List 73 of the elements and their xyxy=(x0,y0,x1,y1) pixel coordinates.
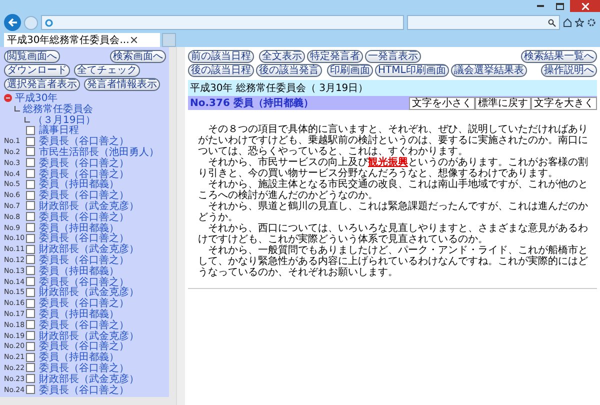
nav-button[interactable]: 印刷画面 xyxy=(327,64,373,77)
speech-paragraph: それから、西口については、いろいろな見直しやりますと、さまざまな意見があるわけですけども、これが実際どういう体系で見直されているのか。 xyxy=(198,223,589,245)
checkbox[interactable] xyxy=(26,352,35,362)
checkbox[interactable] xyxy=(26,288,35,297)
checkbox[interactable] xyxy=(26,244,35,254)
checkbox[interactable] xyxy=(26,385,35,394)
speech-paragraph: それから、施設主体となる市民交通の改良、これは南山手地域ですが、これが他のところへの検討が進んだのかどうなのか。 xyxy=(198,179,589,201)
checkbox[interactable] xyxy=(26,223,35,232)
nav-button[interactable]: 検索結果一覧へ xyxy=(521,50,597,63)
home-icon[interactable] xyxy=(563,18,572,27)
nav-button[interactable]: 前の該当日程 xyxy=(188,50,254,63)
checkbox[interactable] xyxy=(26,158,35,168)
nav-button[interactable]: 閲覧画面へ xyxy=(4,50,60,63)
minimize-icon xyxy=(536,5,544,7)
action-button[interactable]: 選択発言者表示 xyxy=(4,78,80,91)
action-button[interactable]: 発言者情報表示 xyxy=(84,78,160,91)
nav-button[interactable]: 操作説明へ xyxy=(541,64,597,77)
back-button[interactable] xyxy=(4,14,21,31)
tree-item[interactable]: 総務常任委員会 xyxy=(23,102,93,116)
speech-paragraph: それから、一般質問でもありましたけど、パーク・アンド・ライド、これが船橋市として、かなり緊急性がある内容に上げられているわけなんですね。これが実際的にはどうなっているのか、それぞれお願いします。 xyxy=(198,245,589,278)
nav-button[interactable]: 一発言表示 xyxy=(365,50,421,63)
speech-paragraph: それから、市民サービスの向上及び観光振興というのがあります。これがお客様の割り引きと、今の買い物サービス分野なんだろうなと、想像するわけであります。 xyxy=(198,157,589,179)
collapse-icon[interactable] xyxy=(4,94,12,102)
arrow-left-icon xyxy=(8,18,18,27)
checkbox[interactable] xyxy=(26,309,35,318)
close-icon[interactable] xyxy=(131,37,138,43)
close-button[interactable] xyxy=(570,0,600,12)
checkbox[interactable] xyxy=(26,212,35,222)
checkbox[interactable] xyxy=(26,298,35,308)
checkbox[interactable] xyxy=(26,320,35,330)
speech-paragraph: それから、県道と鶴川の見直し、これは緊急課題だったんですが、これは進んだのかどうか。 xyxy=(198,201,589,223)
font-size-button[interactable]: 文字を小さく xyxy=(409,96,475,110)
nav-button[interactable]: HTML印刷画面 xyxy=(375,64,449,77)
checkbox[interactable] xyxy=(26,266,35,276)
checkbox[interactable] xyxy=(26,374,35,384)
search-icon[interactable] xyxy=(548,18,556,26)
checkbox[interactable] xyxy=(26,363,35,372)
nav-button[interactable]: 後の該当発言 xyxy=(256,64,322,77)
address-field[interactable] xyxy=(41,15,404,30)
checkbox[interactable] xyxy=(26,255,35,264)
checkbox[interactable] xyxy=(26,342,35,351)
checkbox[interactable] xyxy=(26,331,35,340)
nav-button[interactable]: 後の該当日程 xyxy=(188,64,254,77)
speech-paragraph: その８つの項目で具体的に言いますと、それぞれ、ぜひ、説明していただければありがたいわけですけども、乗越駅前の検討というのは、要するに実施されたのか。南口については、恐らくやっていると、これは、すぐわかります。 xyxy=(198,124,589,157)
font-size-button[interactable]: 標準に戻す xyxy=(475,96,531,110)
maximize-icon xyxy=(556,2,564,10)
scrollbar[interactable] xyxy=(169,47,176,397)
browser-icon xyxy=(45,18,53,26)
nav-button[interactable]: 全文表示 xyxy=(259,50,305,63)
checkbox[interactable] xyxy=(26,169,35,178)
star-icon[interactable] xyxy=(575,18,584,27)
search-field[interactable] xyxy=(407,15,560,30)
close-icon xyxy=(582,2,588,10)
checkbox[interactable] xyxy=(26,234,35,243)
font-size-button[interactable]: 文字を大きく xyxy=(531,96,597,110)
checkbox[interactable] xyxy=(26,277,35,286)
checkbox[interactable] xyxy=(26,147,35,156)
checkbox[interactable] xyxy=(26,126,35,135)
scrollbar[interactable] xyxy=(0,397,176,405)
session-heading: 平成30年 総務常任委員会（ 3月19日） xyxy=(188,80,597,96)
action-button[interactable]: 全てチェック xyxy=(74,64,140,77)
browser-tab[interactable]: 平成30年総務常任委員会... xyxy=(4,33,160,47)
checkbox[interactable] xyxy=(26,190,35,200)
checkbox[interactable] xyxy=(26,136,35,146)
nav-button[interactable]: 検索画面へ xyxy=(110,50,166,63)
action-button[interactable]: ダウンロード xyxy=(4,64,70,77)
speech-title: No.376 委員（持田都義） xyxy=(189,96,314,110)
scrollbar[interactable] xyxy=(176,47,185,405)
checkbox[interactable] xyxy=(26,201,35,210)
nav-button[interactable]: 議会選挙結果表 xyxy=(450,64,527,77)
checkbox[interactable] xyxy=(26,180,35,189)
nav-button[interactable]: 特定発言者 xyxy=(307,50,363,63)
tree-item[interactable]: 平成30年 xyxy=(15,90,58,104)
